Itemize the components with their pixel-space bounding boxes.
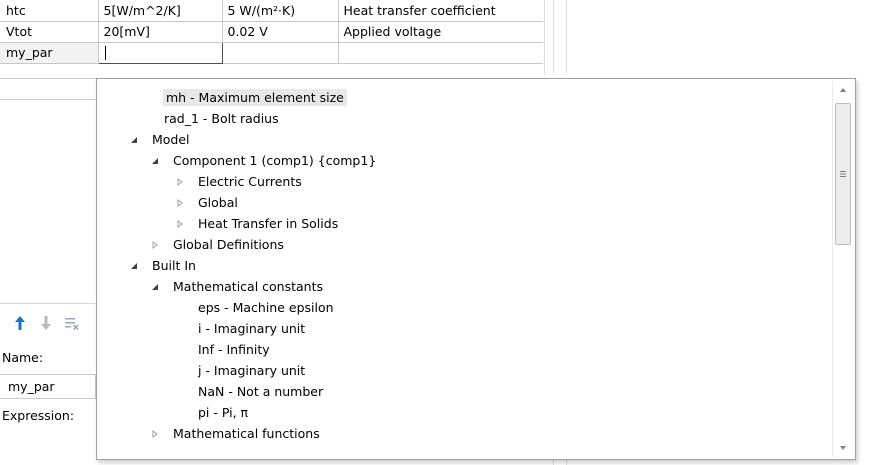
divider bbox=[0, 78, 96, 79]
move-up-icon[interactable] bbox=[12, 314, 28, 332]
item-label: eps - Machine epsilon bbox=[198, 300, 334, 315]
tree-node-math-constants[interactable]: Mathematical constants bbox=[149, 276, 323, 297]
list-item[interactable]: Inf - Infinity bbox=[198, 339, 270, 360]
list-item[interactable]: mh - Maximum element size bbox=[163, 87, 347, 108]
item-label: Component 1 (comp1) {comp1} bbox=[173, 153, 377, 168]
param-name-cell[interactable]: htc bbox=[0, 0, 99, 22]
collapsed-arrow-icon[interactable] bbox=[149, 423, 161, 444]
item-label: j - Imaginary unit bbox=[198, 363, 306, 378]
item-label: Global bbox=[198, 195, 238, 210]
param-value-cell: 0.02 V bbox=[222, 21, 339, 43]
name-field[interactable]: my_par bbox=[0, 374, 96, 399]
list-item[interactable]: pi - Pi, π bbox=[198, 402, 248, 423]
list-item[interactable]: j - Imaginary unit bbox=[198, 360, 305, 381]
item-label: i - Imaginary unit bbox=[198, 321, 306, 336]
table-row[interactable]: Vtot 20[mV] 0.02 V Applied voltage bbox=[0, 21, 543, 43]
table-row[interactable]: my_par bbox=[0, 41, 543, 64]
splitter-line bbox=[566, 0, 567, 75]
item-label: Mathematical constants bbox=[173, 279, 323, 294]
divider bbox=[0, 303, 96, 304]
expanded-arrow-icon[interactable] bbox=[128, 255, 140, 276]
tree-node-heat-transfer[interactable]: Heat Transfer in Solids bbox=[174, 213, 338, 234]
splitter-line bbox=[544, 0, 545, 75]
tree-node-built-in[interactable]: Built In bbox=[128, 255, 196, 276]
collapsed-arrow-icon[interactable] bbox=[174, 192, 186, 213]
completion-popup[interactable]: mh - Maximum element size rad_1 - Bolt r… bbox=[96, 78, 856, 460]
item-label: Inf - Infinity bbox=[198, 342, 270, 357]
tree-node-component[interactable]: Component 1 (comp1) {comp1} bbox=[149, 150, 376, 171]
tree-node-math-functions[interactable]: Mathematical functions bbox=[149, 423, 320, 444]
param-description-cell[interactable]: Applied voltage bbox=[338, 21, 543, 43]
parameter-settings-panel: Name: my_par Expression: bbox=[0, 78, 96, 465]
list-item[interactable]: eps - Machine epsilon bbox=[198, 297, 334, 318]
item-label: Electric Currents bbox=[198, 174, 302, 189]
tree-node-global[interactable]: Global bbox=[174, 192, 238, 213]
param-expression-cell[interactable]: 20[mV] bbox=[98, 21, 223, 43]
name-label: Name: bbox=[2, 350, 44, 365]
settings-toolbar bbox=[12, 314, 80, 332]
param-value-cell: 5 W/(m²·K) bbox=[222, 0, 339, 22]
scrollbar-thumb[interactable] bbox=[835, 103, 851, 245]
list-item[interactable]: NaN - Not a number bbox=[198, 381, 323, 402]
collapsed-arrow-icon[interactable] bbox=[174, 171, 186, 192]
completion-tree: mh - Maximum element size rad_1 - Bolt r… bbox=[97, 79, 831, 459]
param-value-cell bbox=[222, 42, 339, 64]
text-caret bbox=[104, 46, 106, 61]
param-expression-editor[interactable] bbox=[97, 41, 223, 64]
param-description-cell[interactable] bbox=[338, 42, 543, 64]
list-item[interactable]: rad_1 - Bolt radius bbox=[164, 108, 279, 129]
expanded-arrow-icon[interactable] bbox=[149, 276, 161, 297]
table-row[interactable]: htc 5[W/m^2/K] 5 W/(m²·K) Heat transfer … bbox=[0, 0, 543, 22]
tree-node-global-definitions[interactable]: Global Definitions bbox=[149, 234, 284, 255]
delete-icon[interactable] bbox=[64, 314, 80, 332]
param-name-cell[interactable]: my_par bbox=[0, 42, 99, 64]
tree-node-electric-currents[interactable]: Electric Currents bbox=[174, 171, 302, 192]
tree-node-model[interactable]: Model bbox=[128, 129, 190, 150]
list-item[interactable]: i - Imaginary unit bbox=[198, 318, 305, 339]
expanded-arrow-icon[interactable] bbox=[149, 150, 161, 171]
item-label: pi - Pi, π bbox=[198, 405, 249, 420]
item-label: Heat Transfer in Solids bbox=[198, 216, 339, 231]
splitter-line bbox=[553, 0, 554, 75]
item-label: Global Definitions bbox=[173, 237, 284, 252]
param-expression-cell[interactable]: 5[W/m^2/K] bbox=[98, 0, 223, 22]
grip-icon bbox=[840, 171, 846, 177]
param-description-cell[interactable]: Heat transfer coefficient bbox=[338, 0, 543, 22]
parameters-table: htc 5[W/m^2/K] 5 W/(m²·K) Heat transfer … bbox=[0, 0, 543, 64]
item-label: mh - Maximum element size bbox=[163, 89, 347, 106]
scroll-down-icon[interactable] bbox=[833, 439, 853, 457]
item-label: NaN - Not a number bbox=[198, 384, 324, 399]
item-label: Built In bbox=[152, 258, 196, 273]
item-label: rad_1 - Bolt radius bbox=[164, 111, 279, 126]
param-name-cell[interactable]: Vtot bbox=[0, 21, 99, 43]
item-label: Model bbox=[152, 132, 190, 147]
collapsed-arrow-icon[interactable] bbox=[174, 213, 186, 234]
collapsed-arrow-icon[interactable] bbox=[149, 234, 161, 255]
scroll-up-icon[interactable] bbox=[833, 81, 853, 99]
expression-label: Expression: bbox=[2, 408, 75, 423]
item-label: Mathematical functions bbox=[173, 426, 320, 441]
expanded-arrow-icon[interactable] bbox=[128, 129, 140, 150]
divider bbox=[0, 99, 96, 100]
vertical-scrollbar[interactable] bbox=[832, 81, 853, 457]
move-down-icon[interactable] bbox=[38, 314, 54, 332]
